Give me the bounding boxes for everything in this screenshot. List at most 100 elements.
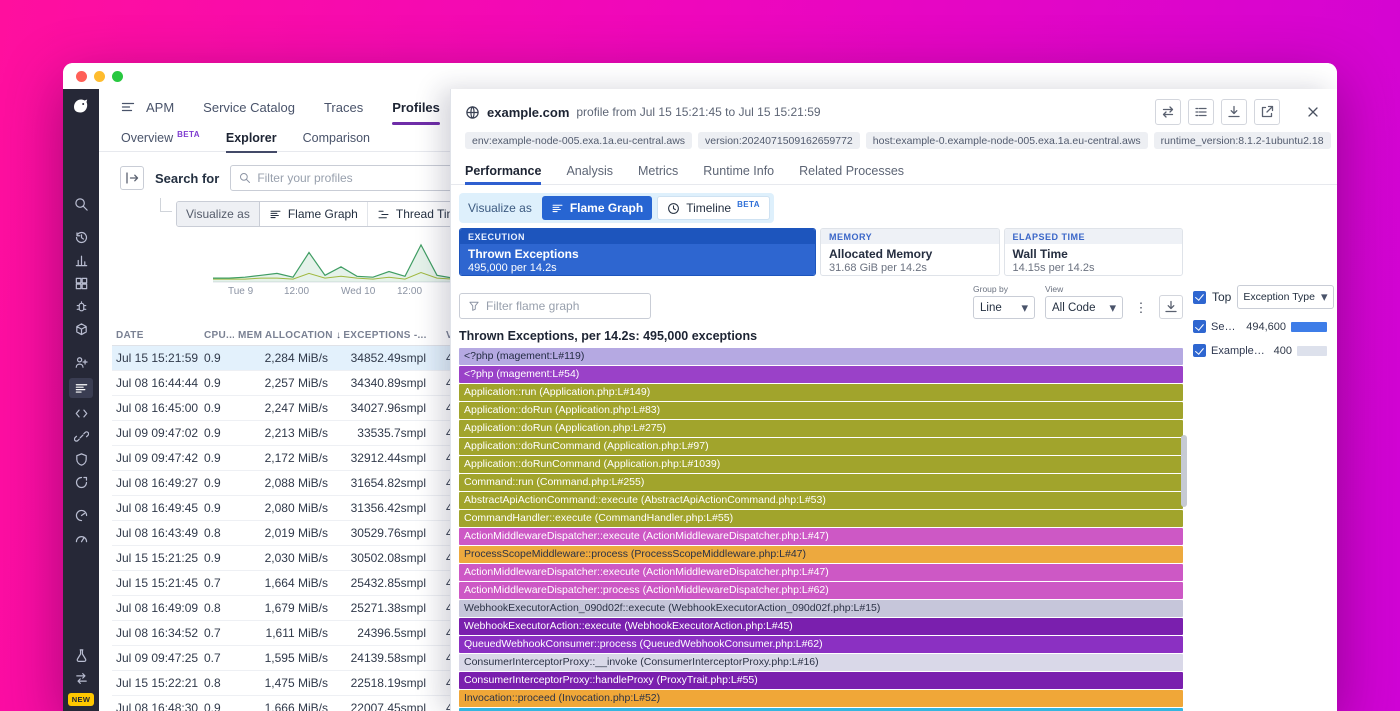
- datadog-logo-icon[interactable]: [71, 96, 91, 121]
- topnav-item-traces[interactable]: Traces: [324, 89, 363, 125]
- profile-search-input[interactable]: [230, 165, 470, 191]
- flame-graph-button[interactable]: Flame Graph: [542, 196, 652, 220]
- panel-tab-related-processes[interactable]: Related Processes: [799, 157, 904, 185]
- flame-frame[interactable]: Application::doRun (Application.php:L#83…: [459, 402, 1183, 419]
- top-checkbox[interactable]: [1193, 291, 1206, 304]
- visualize-option-flame-graph[interactable]: Flame Graph: [260, 202, 368, 226]
- flame-frame[interactable]: Application::doRun (Application.php:L#27…: [459, 420, 1183, 437]
- legend-item[interactable]: Sebasti...494,600: [1193, 320, 1327, 333]
- panel-tab-analysis[interactable]: Analysis: [566, 157, 613, 185]
- topnav-item-service-catalog[interactable]: Service Catalog: [203, 89, 295, 125]
- flame-filter-input[interactable]: [459, 293, 651, 319]
- flame-frame[interactable]: QueuedWebhookConsumer::process (QueuedWe…: [459, 636, 1183, 653]
- sidebar-item-metrics[interactable]: [69, 253, 93, 268]
- flame-frame[interactable]: CommandHandler::execute (CommandHandler.…: [459, 510, 1183, 527]
- close-window-button[interactable]: [76, 71, 87, 82]
- legend-checkbox[interactable]: [1193, 344, 1206, 357]
- breakdown-header: Top Exception Type ▾: [1193, 285, 1327, 309]
- metric-card-memory[interactable]: MEMORY Allocated Memory 31.68 GiB per 14…: [820, 228, 1000, 276]
- sidebar-item-monitoring[interactable]: [69, 508, 93, 523]
- sidebar-item-labs[interactable]: [69, 648, 93, 663]
- flame-frame[interactable]: ConsumerInterceptorProxy::handleProxy (P…: [459, 672, 1183, 689]
- flame-frame[interactable]: WebhookExecutorAction_090d02f::execute (…: [459, 600, 1183, 617]
- sidebar-item-profiles[interactable]: [69, 378, 93, 398]
- cell: 25271.38smpl: [332, 601, 430, 615]
- timeline-button[interactable]: Timeline BETA: [657, 196, 770, 220]
- column-header[interactable]: ↓EXCEPTIONS -...: [332, 330, 430, 341]
- zoom-window-button[interactable]: [112, 71, 123, 82]
- topnav-item-apm[interactable]: APM: [146, 89, 174, 125]
- subtab-comparison[interactable]: Comparison: [303, 125, 370, 152]
- export-flame-graph-button[interactable]: [1159, 295, 1183, 319]
- flame-frame[interactable]: Application::doRunCommand (Application.p…: [459, 456, 1183, 473]
- cell: 0.9: [200, 551, 234, 565]
- flame-frame[interactable]: Application::doRunCommand (Application.p…: [459, 438, 1183, 455]
- subtab-overview[interactable]: OverviewBETA: [121, 125, 200, 152]
- sidebar-item-rum[interactable]: [69, 531, 93, 546]
- compare-profiles-button[interactable]: [1155, 99, 1181, 125]
- flame-frame[interactable]: ProcessScopeMiddleware::process (Process…: [459, 546, 1183, 563]
- flame-frame[interactable]: WebhookExecutorAction::execute (WebhookE…: [459, 618, 1183, 635]
- apm-product-icon[interactable]: [120, 99, 136, 115]
- panel-tab-runtime-info[interactable]: Runtime Info: [703, 157, 774, 185]
- topnav-item-profiles[interactable]: Profiles: [392, 89, 440, 125]
- tag-pill[interactable]: env:example-node-005.exa.1a.eu-central.a…: [465, 132, 692, 149]
- flame-frame[interactable]: Command::run (Command.php:L#255): [459, 474, 1183, 491]
- sidebar-item-security[interactable]: [69, 452, 93, 467]
- sidebar-item-infrastructure[interactable]: [69, 322, 93, 337]
- panel-tab-performance[interactable]: Performance: [465, 157, 541, 185]
- tag-pill[interactable]: version:2024071509162659772: [698, 132, 860, 149]
- sidebar-item-service-management[interactable]: [69, 355, 93, 370]
- sidebar-item-ci-cd[interactable]: [69, 475, 93, 490]
- cell: 0.8: [200, 601, 234, 615]
- sidebar-item-data-streams[interactable]: [69, 671, 93, 686]
- legend-checkbox[interactable]: [1193, 320, 1206, 333]
- subtab-explorer[interactable]: Explorer: [226, 125, 277, 152]
- flame-frame[interactable]: AbstractApiActionCommand::execute (Abstr…: [459, 492, 1183, 509]
- sidebar-item-integrations[interactable]: [69, 429, 93, 444]
- flame-frame[interactable]: Application::run (Application.php:L#149): [459, 384, 1183, 401]
- cell: 34027.96smpl: [332, 401, 430, 415]
- flame-frame[interactable]: ActionMiddlewareDispatcher::process (Act…: [459, 582, 1183, 599]
- flame-frame[interactable]: ActionMiddlewareDispatcher::execute (Act…: [459, 528, 1183, 545]
- more-options-button[interactable]: ⋮: [1133, 295, 1149, 319]
- profile-search-field[interactable]: [257, 171, 461, 185]
- cell: Jul 15 15:22:21: [112, 676, 200, 690]
- toggle-side-panel-button[interactable]: [120, 166, 144, 190]
- breakdown-type-select[interactable]: Exception Type ▾: [1237, 285, 1333, 309]
- panel-tab-metrics[interactable]: Metrics: [638, 157, 678, 185]
- open-in-new-tab-button[interactable]: [1254, 99, 1280, 125]
- close-panel-button[interactable]: [1303, 102, 1323, 122]
- legend-item[interactable]: ExampleWa...400: [1193, 344, 1327, 357]
- group-by-select[interactable]: Line ▾: [973, 296, 1035, 319]
- metric-card-elapsed-time[interactable]: ELAPSED TIME Wall Time 14.15s per 14.2s: [1004, 228, 1184, 276]
- metric-card-execution[interactable]: EXECUTION Thrown Exceptions 495,000 per …: [459, 228, 816, 276]
- view-select[interactable]: All Code ▾: [1045, 296, 1123, 319]
- column-header[interactable]: CPU...: [200, 330, 234, 341]
- sidebar-item-search[interactable]: [69, 197, 93, 212]
- flame-frame[interactable]: ConsumerInterceptorProxy::__invoke (Cons…: [459, 654, 1183, 671]
- flame-frame[interactable]: <?php (magement:L#119): [459, 348, 1183, 365]
- tag-pill[interactable]: host:example-0.example-node-005.exa.1a.e…: [866, 132, 1148, 149]
- cell: 1,679 MiB/s: [234, 601, 332, 615]
- sidebar-item-code-analysis[interactable]: [69, 406, 93, 421]
- cell: Jul 08 16:48:30: [112, 701, 200, 711]
- flame-frame[interactable]: <?php (magement:L#54): [459, 366, 1183, 383]
- column-header[interactable]: DATE: [112, 330, 200, 341]
- sidebar-item-dashboards[interactable]: [69, 276, 93, 291]
- flame-filter-field[interactable]: [486, 299, 642, 313]
- flame-frame[interactable]: ActionMiddlewareDispatcher::execute (Act…: [459, 564, 1183, 581]
- minimize-window-button[interactable]: [94, 71, 105, 82]
- legend-bar: [1297, 346, 1327, 356]
- tag-pill[interactable]: runtime_version:8.1.2-1ubuntu2.18: [1154, 132, 1331, 149]
- column-header[interactable]: MEM ALLOCATIONS: [234, 330, 332, 341]
- view-list-button[interactable]: [1188, 99, 1214, 125]
- search-icon: [239, 172, 251, 184]
- view-label: View: [1045, 284, 1123, 294]
- scrollbar-thumb[interactable]: [1181, 435, 1187, 507]
- download-profile-button[interactable]: [1221, 99, 1247, 125]
- cell: 32912.44smpl: [332, 451, 430, 465]
- sidebar-item-apm[interactable]: [69, 299, 93, 314]
- flame-frame[interactable]: Invocation::proceed (Invocation.php:L#52…: [459, 690, 1183, 707]
- sidebar-item-watchdog[interactable]: [69, 230, 93, 245]
